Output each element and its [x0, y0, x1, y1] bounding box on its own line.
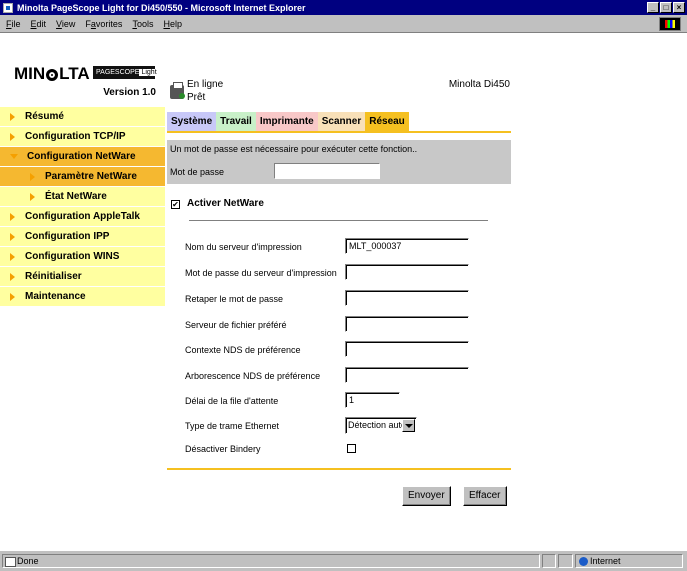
- sidebar-item-summary[interactable]: Résumé: [0, 107, 165, 127]
- menu-tools[interactable]: Tools: [132, 19, 153, 29]
- logo-o-icon: [46, 68, 59, 81]
- queue-delay-label: Délai de la file d'attente: [185, 396, 279, 406]
- maximize-button[interactable]: □: [660, 2, 672, 13]
- tab-printer[interactable]: Imprimante: [255, 112, 318, 131]
- arrow-right-icon: [30, 172, 35, 181]
- status-bar: Done Internet: [0, 550, 687, 571]
- printer-status-ready: Prêt: [187, 92, 206, 103]
- sidebar-item-tcpip[interactable]: Configuration TCP/IP: [0, 127, 165, 147]
- arrow-right-icon: [10, 272, 15, 281]
- arrow-right-icon: [30, 192, 35, 201]
- disable-bindery-checkbox[interactable]: [347, 444, 356, 453]
- sidebar-nav: Résumé Configuration TCP/IP Configuratio…: [0, 107, 165, 307]
- section-divider: [189, 220, 488, 222]
- nds-context-label: Contexte NDS de préférence: [185, 345, 301, 355]
- page-content: MIN LTA PAGESCOPE Light Version 1.0 Résumé…: [0, 34, 687, 550]
- arrow-right-icon: [10, 232, 15, 241]
- sidebar-item-reset[interactable]: Réinitialiser: [0, 267, 165, 287]
- pagescope-badge: PAGESCOPE Light: [93, 66, 159, 79]
- status-text: Done: [2, 554, 540, 568]
- nds-tree-label: Arborescence NDS de préférence: [185, 371, 321, 381]
- nds-context-input[interactable]: [345, 341, 469, 357]
- version-label: Version 1.0: [103, 87, 156, 98]
- print-server-name-label: Nom du serveur d'impression: [185, 242, 302, 252]
- sidebar-item-appletalk[interactable]: Configuration AppleTalk: [0, 207, 165, 227]
- arrow-down-icon: [10, 154, 18, 159]
- window-title: Minolta PageScope Light for Di450/550 - …: [17, 2, 306, 13]
- sidebar-item-wins[interactable]: Configuration WINS: [0, 247, 165, 267]
- reset-button[interactable]: Effacer: [463, 486, 507, 506]
- password-label: Mot de passe: [170, 167, 225, 177]
- tab-scanner[interactable]: Scanner: [317, 112, 366, 131]
- menu-file[interactable]: File: [6, 19, 21, 29]
- arrow-right-icon: [10, 212, 15, 221]
- menu-help[interactable]: Help: [163, 19, 182, 29]
- ethernet-frame-type-label: Type de trame Ethernet: [185, 421, 280, 431]
- printer-status-online: En ligne: [187, 79, 224, 90]
- menu-favorites[interactable]: Favorites: [85, 19, 122, 29]
- tab-job[interactable]: Travail: [216, 112, 256, 131]
- print-server-password-label: Mot de passe du serveur d'impression: [185, 268, 337, 278]
- print-server-name-input[interactable]: MLT_000037: [345, 238, 469, 254]
- enable-netware-checkbox[interactable]: ✔: [171, 200, 180, 209]
- sidebar-subitem-netware-status[interactable]: État NetWare: [0, 187, 165, 207]
- arrow-right-icon: [10, 252, 15, 261]
- internet-zone: Internet: [575, 554, 683, 568]
- arrow-right-icon: [10, 112, 15, 121]
- password-message: Un mot de passe est nécessaire pour exéc…: [170, 144, 418, 154]
- window-title-bar: Minolta PageScope Light for Di450/550 - …: [0, 0, 687, 15]
- arrow-right-icon: [10, 292, 15, 301]
- printer-status-icon: [170, 82, 185, 99]
- minimize-button[interactable]: _: [647, 2, 659, 13]
- arrow-right-icon: [10, 132, 15, 141]
- main-tabs: Système Travail Imprimante Scanner Résea…: [167, 112, 409, 131]
- nds-tree-input[interactable]: [345, 367, 469, 383]
- footer-divider: [167, 468, 511, 470]
- menu-bar: File Edit View Favorites Tools Help: [0, 15, 687, 33]
- preferred-file-server-input[interactable]: [345, 316, 469, 332]
- password-input[interactable]: [274, 163, 380, 179]
- sidebar-item-ipp[interactable]: Configuration IPP: [0, 227, 165, 247]
- print-server-password-input[interactable]: [345, 264, 469, 280]
- queue-delay-input[interactable]: 1: [345, 392, 400, 408]
- windows-logo-icon: [659, 17, 681, 31]
- tab-network[interactable]: Réseau: [365, 112, 409, 131]
- preferred-file-server-label: Serveur de fichier préféré: [185, 320, 287, 330]
- submit-button[interactable]: Envoyer: [402, 486, 451, 506]
- menu-view[interactable]: View: [56, 19, 75, 29]
- status-cell: [542, 554, 556, 568]
- retype-password-label: Retaper le mot de passe: [185, 294, 284, 304]
- sidebar-subitem-netware-settings[interactable]: Paramètre NetWare: [0, 167, 165, 187]
- sidebar-item-netware[interactable]: Configuration NetWare: [0, 147, 165, 167]
- close-button[interactable]: ×: [673, 2, 685, 13]
- minolta-logo: MIN LTA: [14, 64, 90, 83]
- ie-icon: [3, 2, 13, 13]
- menu-edit[interactable]: Edit: [31, 19, 47, 29]
- printer-model: Minolta Di450: [448, 79, 510, 90]
- retype-password-input[interactable]: [345, 290, 469, 306]
- password-panel: Un mot de passe est nécessaire pour exéc…: [167, 140, 511, 184]
- status-cell: [558, 554, 573, 568]
- ethernet-frame-type-select[interactable]: Détection auto: [345, 417, 417, 434]
- disable-bindery-label: Désactiver Bindery: [185, 444, 261, 454]
- enable-netware-label: Activer NetWare: [187, 198, 264, 209]
- sidebar-item-maintenance[interactable]: Maintenance: [0, 287, 165, 307]
- tab-underline: [167, 131, 511, 133]
- chevron-down-icon[interactable]: [402, 419, 415, 432]
- tab-system[interactable]: Système: [167, 112, 217, 131]
